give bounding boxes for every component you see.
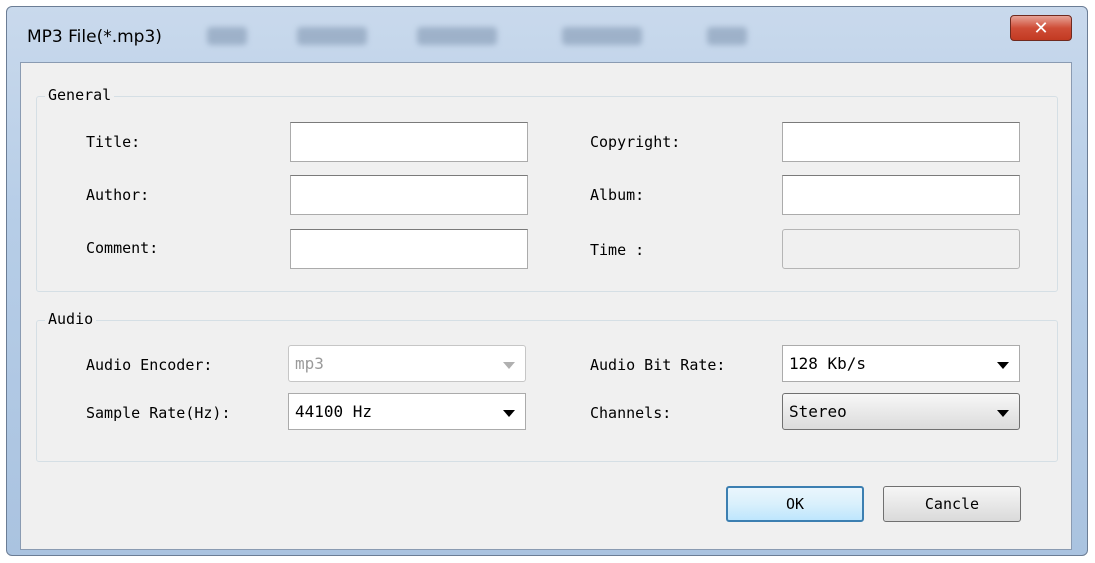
sample-rate-value: 44100 Hz (295, 402, 373, 421)
audio-group-label: Audio (45, 310, 97, 328)
channels-value: Stereo (789, 402, 847, 421)
close-button[interactable]: ✕ (1010, 15, 1072, 41)
copyright-label: Copyright: (590, 133, 681, 151)
title-label: Title: (86, 133, 141, 151)
author-field[interactable] (290, 175, 528, 215)
chevron-down-icon[interactable] (503, 410, 515, 417)
title-field[interactable] (290, 122, 528, 162)
audio-encoder-label: Audio Encoder: (86, 356, 213, 374)
channels-label: Channels: (590, 404, 672, 422)
ok-button[interactable]: OK (726, 486, 864, 522)
audio-encoder-value: mp3 (295, 354, 324, 373)
blurred-background-tabs (207, 25, 787, 49)
close-icon: ✕ (1033, 18, 1049, 39)
copyright-field[interactable] (782, 122, 1020, 162)
time-field (782, 229, 1020, 269)
chevron-down-icon[interactable] (997, 362, 1009, 369)
audio-group: Audio (36, 310, 1058, 462)
album-field[interactable] (782, 175, 1020, 215)
channels-select[interactable]: Stereo (782, 393, 1020, 430)
bit-rate-label: Audio Bit Rate: (590, 356, 726, 374)
general-group-label: General (45, 86, 115, 104)
sample-rate-label: Sample Rate(Hz): (86, 404, 231, 422)
comment-field[interactable] (290, 229, 528, 269)
album-label: Album: (590, 186, 645, 204)
chevron-down-icon[interactable] (997, 410, 1009, 417)
chevron-down-icon (503, 362, 515, 369)
time-label: Time : (590, 241, 645, 259)
audio-encoder-select: mp3 (288, 345, 526, 382)
cancel-button[interactable]: Cancle (883, 486, 1021, 522)
sample-rate-select[interactable]: 44100 Hz (288, 393, 526, 430)
bit-rate-select[interactable]: 128 Kb/s (782, 345, 1020, 382)
comment-label: Comment: (86, 239, 159, 257)
window-title: MP3 File(*.mp3) (27, 27, 162, 47)
bit-rate-value: 128 Kb/s (789, 354, 867, 373)
author-label: Author: (86, 186, 150, 204)
